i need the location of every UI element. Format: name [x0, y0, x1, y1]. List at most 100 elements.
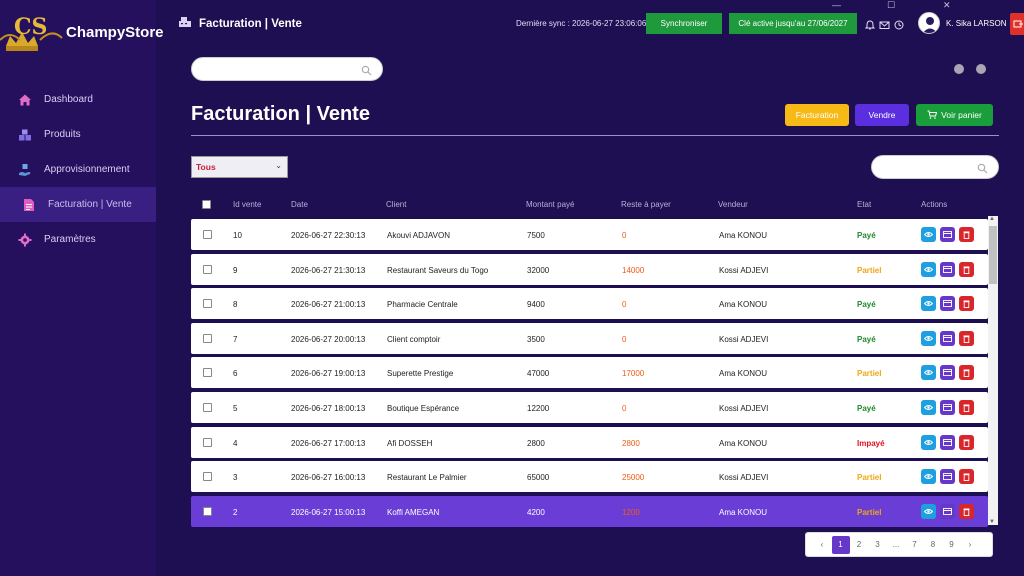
window-maximize-button[interactable]: ☐: [887, 0, 895, 11]
bell-icon[interactable]: [864, 17, 876, 35]
sidebar-item-label: Produits: [44, 129, 81, 140]
table-row[interactable]: 4 2026-06-27 17:00:13 Afi DOSSEH 2800 2800 Am…: [191, 426, 988, 458]
select-all-checkbox[interactable]: [202, 200, 211, 209]
view-button[interactable]: [921, 261, 936, 277]
table-search-input[interactable]: [871, 155, 999, 179]
logout-button[interactable]: [1010, 13, 1024, 35]
sidebar-item-parametres[interactable]: Paramètres: [0, 222, 156, 257]
scroll-up-icon[interactable]: ▲: [989, 216, 995, 222]
payment-button[interactable]: [940, 227, 955, 242]
page-button-9[interactable]: 9: [943, 536, 961, 554]
delete-button[interactable]: [959, 227, 974, 242]
table-row[interactable]: 9 2026-06-27 21:30:13 Restaurant Saveurs d…: [191, 253, 988, 285]
delete-button[interactable]: [959, 400, 974, 415]
scroll-down-icon[interactable]: ▼: [989, 519, 995, 525]
row-checkbox[interactable]: [203, 403, 212, 412]
cell-id: 6: [233, 369, 238, 379]
last-sync-text: Dernière sync : 2026-06-27 23:06:06: [516, 19, 647, 28]
breadcrumb: Facturation | Vente: [178, 16, 302, 31]
cell-reste: 17000: [622, 369, 645, 379]
view-button[interactable]: [921, 400, 936, 415]
settings-globe-icon[interactable]: [976, 64, 986, 74]
table-scrollbar[interactable]: ▲ ▼: [988, 216, 998, 525]
payment-button[interactable]: [940, 365, 955, 381]
window-minimize-button[interactable]: —: [832, 0, 841, 10]
delete-button[interactable]: [959, 434, 974, 450]
view-button[interactable]: [921, 296, 936, 312]
payment-button[interactable]: [940, 330, 955, 346]
row-checkbox[interactable]: [203, 333, 212, 343]
table-row[interactable]: 10 2026-06-27 22:30:13 Akouvi ADJAVON 7500 0…: [191, 219, 988, 250]
cell-montant: 7500: [527, 231, 545, 240]
row-checkbox[interactable]: [203, 299, 212, 309]
home-icon: [18, 93, 32, 107]
delete-button[interactable]: [959, 365, 974, 381]
language-globe-icon[interactable]: [954, 64, 964, 74]
pagination-next-button[interactable]: ›: [961, 536, 979, 554]
page-button-3[interactable]: 3: [869, 536, 887, 554]
sidebar-item-produits[interactable]: Produits: [0, 117, 156, 152]
row-checkbox[interactable]: [203, 264, 212, 274]
view-button[interactable]: [921, 227, 936, 242]
payment-button[interactable]: [940, 469, 955, 485]
pagination-prev-button[interactable]: ‹: [813, 536, 831, 554]
row-checkbox[interactable]: [203, 506, 212, 516]
page-button-1[interactable]: 1: [831, 535, 850, 554]
table-row[interactable]: 2 2026-06-27 15:00:13 Koffi AMEGAN 4200 1200…: [191, 495, 988, 527]
table-header: Id vente Date Client Montant payé Reste …: [191, 196, 988, 214]
table-row[interactable]: 8 2026-06-27 21:00:13 Pharmacie Centrale 94…: [191, 288, 988, 320]
table-row[interactable]: 5 2026-06-27 18:00:13 Boutique Espérance 12…: [191, 392, 988, 423]
page-ellipsis: ...: [892, 540, 900, 549]
vendre-button[interactable]: Vendre: [855, 104, 909, 126]
cart-icon: [927, 110, 938, 121]
status-filter-select[interactable]: Tous ⌄: [191, 156, 288, 178]
sidebar-item-dashboard[interactable]: Dashboard: [0, 82, 156, 117]
sidebar-item-approvisionnement[interactable]: Approvisionnement: [0, 152, 156, 187]
sidebar-item-facturation[interactable]: Facturation | Vente: [0, 187, 156, 222]
global-search-input[interactable]: [191, 57, 383, 81]
avatar[interactable]: [918, 12, 940, 34]
scrollbar-thumb[interactable]: [989, 226, 997, 284]
row-checkbox[interactable]: [203, 472, 212, 482]
cell-id: 5: [233, 404, 238, 413]
view-button[interactable]: [921, 434, 936, 450]
sidebar-item-label: Paramètres: [44, 234, 96, 245]
window-close-button[interactable]: ✕: [943, 0, 951, 11]
sidebar-item-label: Facturation | Vente: [48, 199, 132, 210]
sync-button[interactable]: Synchroniser: [646, 13, 722, 34]
row-checkbox[interactable]: [203, 230, 212, 239]
pagination: ‹ 1 2 3 ... 7 8 9 ›: [805, 532, 993, 557]
row-checkbox[interactable]: [203, 368, 212, 378]
page-button-8[interactable]: 8: [924, 536, 942, 554]
cell-id: 4: [233, 438, 238, 448]
row-checkbox[interactable]: [203, 437, 212, 447]
cell-reste: 25000: [622, 473, 645, 483]
mail-icon[interactable]: [879, 17, 890, 35]
view-button[interactable]: [921, 330, 936, 346]
view-button[interactable]: [921, 365, 936, 381]
delete-button[interactable]: [959, 503, 974, 519]
delete-button[interactable]: [959, 330, 974, 346]
column-header: Date: [291, 200, 308, 209]
payment-button[interactable]: [940, 296, 955, 312]
view-button[interactable]: [921, 503, 936, 519]
table-row[interactable]: 7 2026-06-27 20:00:13 Client comptoir 3500 0…: [191, 322, 988, 354]
delete-button[interactable]: [959, 296, 974, 312]
facturation-button[interactable]: Facturation: [785, 104, 849, 126]
table-row[interactable]: 3 2026-06-27 16:00:13 Restaurant Le Palmie…: [191, 461, 988, 493]
payment-button[interactable]: [940, 261, 955, 277]
view-cart-button[interactable]: Voir panier: [916, 104, 993, 126]
delete-button[interactable]: [959, 469, 974, 485]
clock-icon[interactable]: [894, 17, 904, 35]
view-button[interactable]: [921, 469, 936, 485]
payment-button[interactable]: [940, 503, 955, 519]
gear-icon: [18, 233, 32, 247]
payment-button[interactable]: [940, 434, 955, 450]
page-button-7[interactable]: 7: [906, 536, 924, 554]
page-button-2[interactable]: 2: [850, 536, 868, 554]
payment-button[interactable]: [940, 400, 955, 415]
license-key-button[interactable]: Clé active jusqu'au 27/06/2027: [729, 13, 857, 34]
delete-button[interactable]: [959, 261, 974, 277]
table-row[interactable]: 6 2026-06-27 19:00:13 Superette Prestige 47…: [191, 357, 988, 389]
top-bar: Facturation | Vente Dernière sync : 2026…: [156, 0, 1024, 46]
